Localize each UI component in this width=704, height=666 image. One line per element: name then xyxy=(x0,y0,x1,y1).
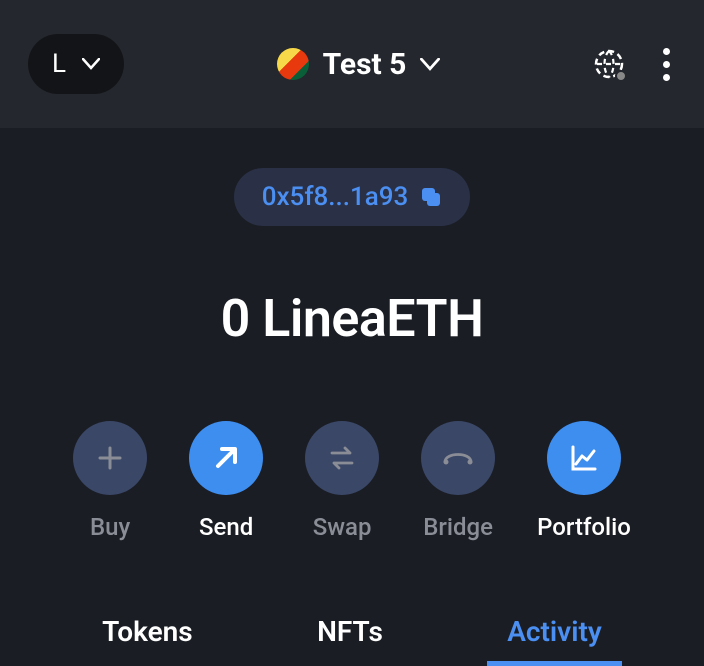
tab-tokens[interactable]: Tokens xyxy=(82,603,213,666)
chevron-down-icon xyxy=(82,58,100,70)
header-right xyxy=(593,42,676,87)
action-label: Send xyxy=(199,513,253,541)
buy-button[interactable]: Buy xyxy=(73,421,147,541)
dot-icon xyxy=(663,48,670,55)
dot-icon xyxy=(663,74,670,81)
action-circle xyxy=(421,421,495,495)
balance-display: 0 LineaETH xyxy=(221,288,484,349)
wallet-address: 0x5f8...1a93 xyxy=(262,182,409,212)
portfolio-button[interactable]: Portfolio xyxy=(537,421,631,541)
bridge-button[interactable]: Bridge xyxy=(421,421,495,541)
network-selector[interactable]: L xyxy=(28,34,124,94)
swap-icon xyxy=(325,441,359,475)
network-letter: L xyxy=(52,49,66,79)
action-circle xyxy=(189,421,263,495)
swap-button[interactable]: Swap xyxy=(305,421,379,541)
status-dot-icon xyxy=(615,70,627,82)
dot-icon xyxy=(663,61,670,68)
send-button[interactable]: Send xyxy=(189,421,263,541)
plus-icon xyxy=(94,442,126,474)
action-label: Buy xyxy=(90,513,130,541)
action-circle xyxy=(547,421,621,495)
action-label: Bridge xyxy=(423,513,493,541)
header: L Test 5 xyxy=(0,0,704,128)
copy-icon xyxy=(420,186,442,208)
bridge-icon xyxy=(440,440,476,476)
chevron-down-icon xyxy=(420,58,440,71)
arrow-up-right-icon xyxy=(209,441,243,475)
tab-activity[interactable]: Activity xyxy=(487,603,622,666)
tab-nfts[interactable]: NFTs xyxy=(297,603,403,666)
action-label: Portfolio xyxy=(537,513,631,541)
main-content: 0x5f8...1a93 0 LineaETH Buy Send xyxy=(0,128,704,666)
action-circle xyxy=(305,421,379,495)
action-label: Swap xyxy=(313,513,372,541)
action-row: Buy Send Swap xyxy=(73,421,631,541)
account-avatar xyxy=(277,48,309,80)
chart-line-icon xyxy=(566,440,602,476)
address-copy-button[interactable]: 0x5f8...1a93 xyxy=(234,168,471,226)
tabs: Tokens NFTs Activity xyxy=(0,603,704,666)
account-name: Test 5 xyxy=(323,47,407,82)
action-circle xyxy=(73,421,147,495)
connection-status-button[interactable] xyxy=(593,48,625,80)
account-selector[interactable]: Test 5 xyxy=(277,47,441,82)
menu-button[interactable] xyxy=(657,42,676,87)
